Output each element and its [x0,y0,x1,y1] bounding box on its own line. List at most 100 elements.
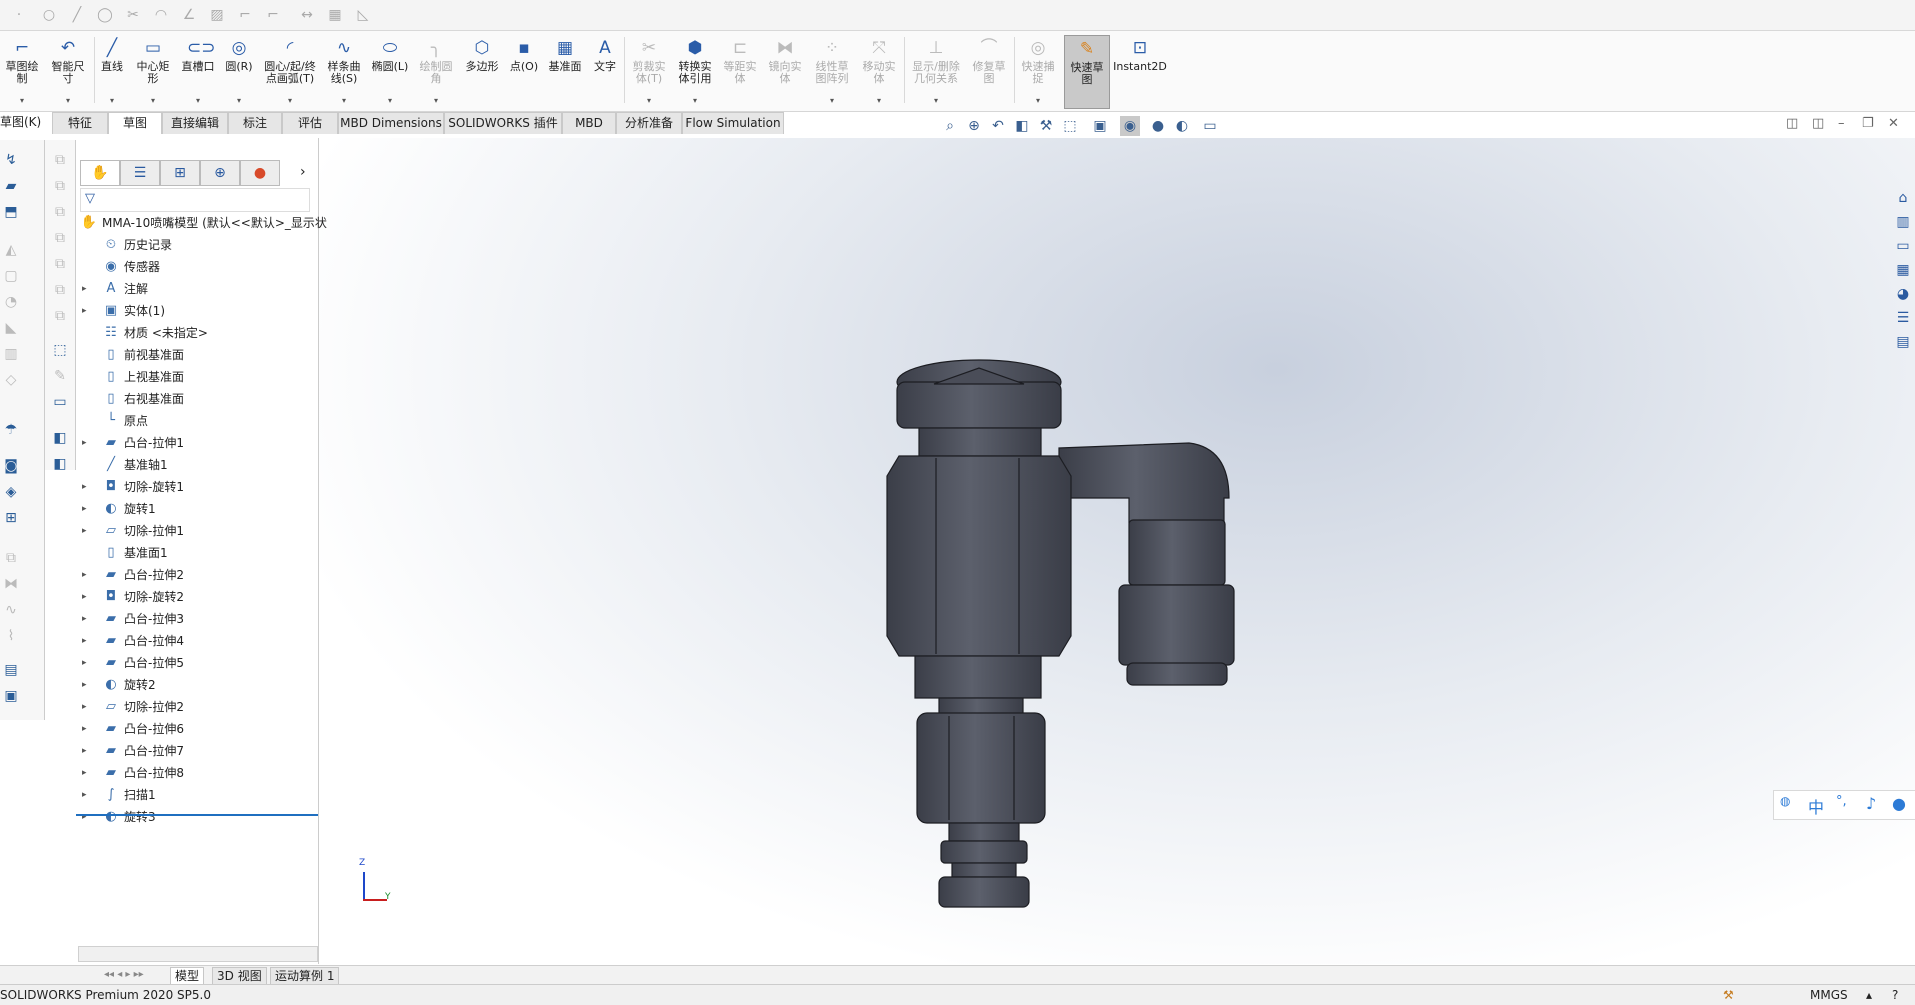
layer-tool-icon[interactable]: ◧ [49,428,71,448]
display-manager-tab[interactable]: ● [240,160,280,186]
rebuild-icon[interactable]: ⚒ [1723,985,1734,1005]
dropdown-icon[interactable]: ▴ [1866,985,1872,1005]
expand-arrow-icon[interactable]: ▸ [82,278,92,300]
expand-arrow-icon[interactable]: ▸ [82,564,92,586]
chevron-right-icon[interactable]: › [300,164,306,180]
expand-arrow-icon[interactable]: ▸ [82,476,92,498]
zoom-to-area-icon[interactable]: ⊕ [964,116,984,136]
corner2-icon[interactable]: ⌐ [262,4,284,26]
expand-arrow-icon[interactable]: ▸ [82,432,92,454]
circle-icon[interactable]: ○ [38,4,60,26]
previous-view-icon[interactable]: ↶ [988,116,1008,136]
feature-manager-tab[interactable]: ✋ [80,160,120,186]
forum-icon[interactable]: ▤ [1893,332,1913,352]
dimxpert-tab[interactable]: ⊕ [200,160,240,186]
move-button[interactable]: ⤧ 移动实 体 ▾ [858,35,900,107]
arc-button[interactable]: ◜ 圆心/起/终 点画弧(T) ▾ [260,35,320,107]
select-tool-icon[interactable]: ⬚ [49,340,71,360]
hole-tool-icon[interactable]: ◙ [0,456,22,476]
triangle-icon[interactable]: ◺ [352,4,374,26]
instant2d-button[interactable]: ⊡ Instant2D [1112,35,1168,107]
tab-sketch-k[interactable]: 草图(K) [0,112,48,133]
expand-arrow-icon[interactable]: ▸ [82,696,92,718]
dimension-icon[interactable]: ↔ [296,4,318,26]
expand-arrow-icon[interactable]: ▸ [82,740,92,762]
copy-tool-icon[interactable]: ⧉ [49,280,71,300]
home-icon[interactable]: ⌂ [1893,188,1913,208]
draft-tool-icon[interactable]: ◇ [0,370,22,390]
pattern-tool-icon[interactable]: ⧉ [0,548,22,568]
graphics-area[interactable]: Z Y [319,138,1915,964]
relations-button[interactable]: ⊥ 显示/删除 几何关系 ▾ [908,35,964,107]
ref-geometry-icon[interactable]: ☂ [0,420,22,440]
property-manager-tab[interactable]: ☰ [120,160,160,186]
appearances-icon[interactable]: ◕ [1893,284,1913,304]
horizontal-scrollbar[interactable] [78,946,318,962]
mirror-tool-icon[interactable]: ⧓ [0,574,22,594]
rapid-feature-icon[interactable]: ▣ [0,686,22,706]
user-icon[interactable]: ● [1892,794,1906,813]
angle-icon[interactable]: ∠ [178,4,200,26]
expand-arrow-icon[interactable]: ▸ [82,674,92,696]
ellipse-button[interactable]: ⬭ 椭圆(L) ▾ [368,35,412,107]
flex-tool-icon[interactable]: ⌇ [0,626,22,646]
ifly-logo-icon[interactable]: ◍ [1780,794,1790,808]
close-icon[interactable]: ✕ [1888,116,1899,131]
ime-punctuation[interactable]: °, [1836,794,1847,809]
text-button[interactable]: A 文字 [590,35,620,107]
display-style-icon[interactable]: ▣ [1090,116,1110,136]
linear-pattern-button[interactable]: ⁘ 线性草 图阵列 ▾ [810,35,854,107]
copy-tool-icon[interactable]: ⧉ [49,254,71,274]
expand-arrow-icon[interactable]: ▸ [82,718,92,740]
zoom-to-fit-icon[interactable]: ⌕ [940,116,960,136]
expand-arrow-icon[interactable]: ▸ [82,300,92,322]
expand-arrow-icon[interactable]: ▸ [82,806,92,828]
minimize-icon[interactable]: – [1838,116,1845,131]
hide-show-items-icon[interactable]: ◉ [1120,116,1140,136]
trim-icon[interactable]: ✂ [122,4,144,26]
arc-icon[interactable]: ◠ [150,4,172,26]
ime-language[interactable]: 中 [1808,794,1824,818]
snap-button[interactable]: ◎ 快速捕 捉 ▾ [1018,35,1058,107]
intersect-tool-icon[interactable]: ⊞ [0,508,22,528]
cut-tool-icon[interactable]: ⬒ [0,202,22,222]
expand-arrow-icon[interactable]: ▸ [82,784,92,806]
tile-right-icon[interactable]: ◫ [1812,116,1824,131]
hatch-icon[interactable]: ▨ [206,4,228,26]
dot-icon[interactable]: · [8,4,30,26]
spline-button[interactable]: ∿ 样条曲 线(S) ▾ [324,35,364,107]
circle-outline-icon[interactable]: ◯ [94,4,116,26]
copy-tool-icon[interactable]: ⧉ [49,228,71,248]
rib-tool-icon[interactable]: ▥ [0,344,22,364]
fillet-tool-icon[interactable]: ◔ [0,292,22,312]
chamfer-tool-icon[interactable]: ◣ [0,318,22,338]
unit-system[interactable]: MMGS [1810,985,1848,1005]
rapid-sketch-button[interactable]: ✎ 快速草 图 [1064,35,1110,109]
straight-slot-button[interactable]: ⊂⊃ 直槽口 ▾ [178,35,218,107]
instant3d-icon[interactable]: ▤ [0,660,22,680]
tile-left-icon[interactable]: ◫ [1786,116,1798,131]
file-explorer-icon[interactable]: ▭ [1893,236,1913,256]
repair-button[interactable]: ⌒ 修复草 图 [968,35,1010,107]
smart-dimension-button[interactable]: ↶ 智能尺 寸 ▾ [48,35,88,107]
expand-arrow-icon[interactable]: ▸ [82,762,92,784]
tab-features[interactable]: 特征 [52,112,108,134]
line-button[interactable]: ╱ 直线 ▾ [98,35,126,107]
point-button[interactable]: ▪ 点(O) [508,35,540,107]
rollback-bar[interactable] [76,814,318,816]
view-orientation-icon[interactable]: ⬚ [1060,116,1080,136]
sweep-tool-icon[interactable]: ↯ [0,150,22,170]
plane-button[interactable]: ▦ 基准面 [544,35,586,107]
copy-tool-icon[interactable]: ⧉ [49,202,71,222]
shell-tool-icon[interactable]: ▢ [0,266,22,286]
tab-direct-edit[interactable]: 直接编辑 [162,112,228,134]
microphone-icon[interactable]: ♪ [1866,794,1876,813]
apply-scene-icon[interactable]: ◐ [1172,116,1192,136]
tab-markup[interactable]: 标注 [228,112,282,134]
fillet-button[interactable]: ╮ 绘制圆 角 ▾ [416,35,456,107]
view-palette-icon[interactable]: ▦ [1893,260,1913,280]
extrude-tool-icon[interactable]: ▰ [0,176,22,196]
loft-tool-icon[interactable]: ◭ [0,240,22,260]
copy-tool-icon[interactable]: ⧉ [49,176,71,196]
help-icon[interactable]: ? [1892,985,1898,1005]
